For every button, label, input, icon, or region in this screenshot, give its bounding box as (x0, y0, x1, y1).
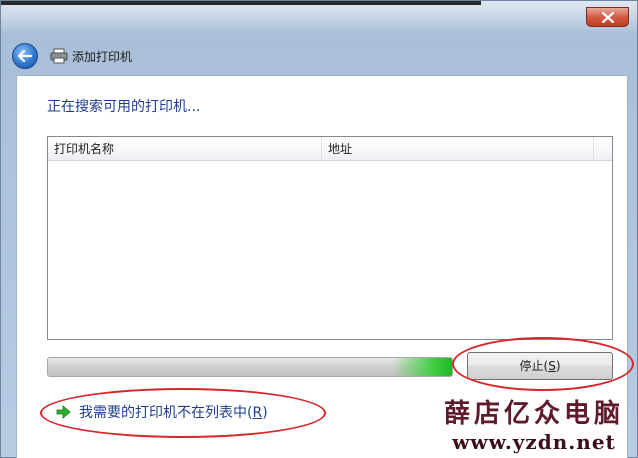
close-icon (601, 11, 614, 23)
watermark-chinese: 薛店亿众电脑 (443, 399, 624, 429)
window-title: 添加打印机 (72, 49, 133, 64)
printer-not-listed-link[interactable]: 我需要的打印机不在列表中(R) (55, 401, 268, 423)
search-progress-bar (47, 357, 453, 377)
stop-label-pre: 停止( (519, 359, 549, 373)
printer-icon (50, 48, 68, 64)
search-status-heading: 正在搜索可用的打印机... (47, 99, 201, 115)
column-header-name[interactable]: 打印机名称 (48, 137, 322, 161)
column-header-address[interactable]: 地址 (322, 137, 594, 161)
column-header-filler (594, 137, 612, 161)
stop-label-key: S (548, 359, 556, 373)
printer-list-header: 打印机名称 地址 (48, 137, 612, 161)
link-label-key: R (252, 405, 263, 421)
watermark-url: www.yzdn.net (452, 430, 616, 454)
back-arrow-icon (18, 50, 32, 62)
printer-not-listed-label[interactable]: 我需要的打印机不在列表中(R) (79, 402, 268, 422)
watermark: 薛店亿众电脑 www.yzdn.net (444, 393, 624, 454)
wizard-header: 添加打印机 (8, 39, 632, 73)
window-top-strip (1, 1, 481, 5)
green-arrow-icon (56, 405, 71, 419)
stop-button[interactable]: 停止(S) (467, 352, 613, 380)
link-label-pre: 我需要的打印机不在列表中( (79, 405, 253, 421)
link-label-post: ) (262, 405, 268, 421)
close-button[interactable] (586, 7, 629, 27)
back-button[interactable] (12, 43, 38, 69)
stop-label-post: ) (555, 359, 561, 373)
progress-glow (392, 358, 452, 376)
printer-list[interactable]: 打印机名称 地址 (47, 136, 613, 340)
